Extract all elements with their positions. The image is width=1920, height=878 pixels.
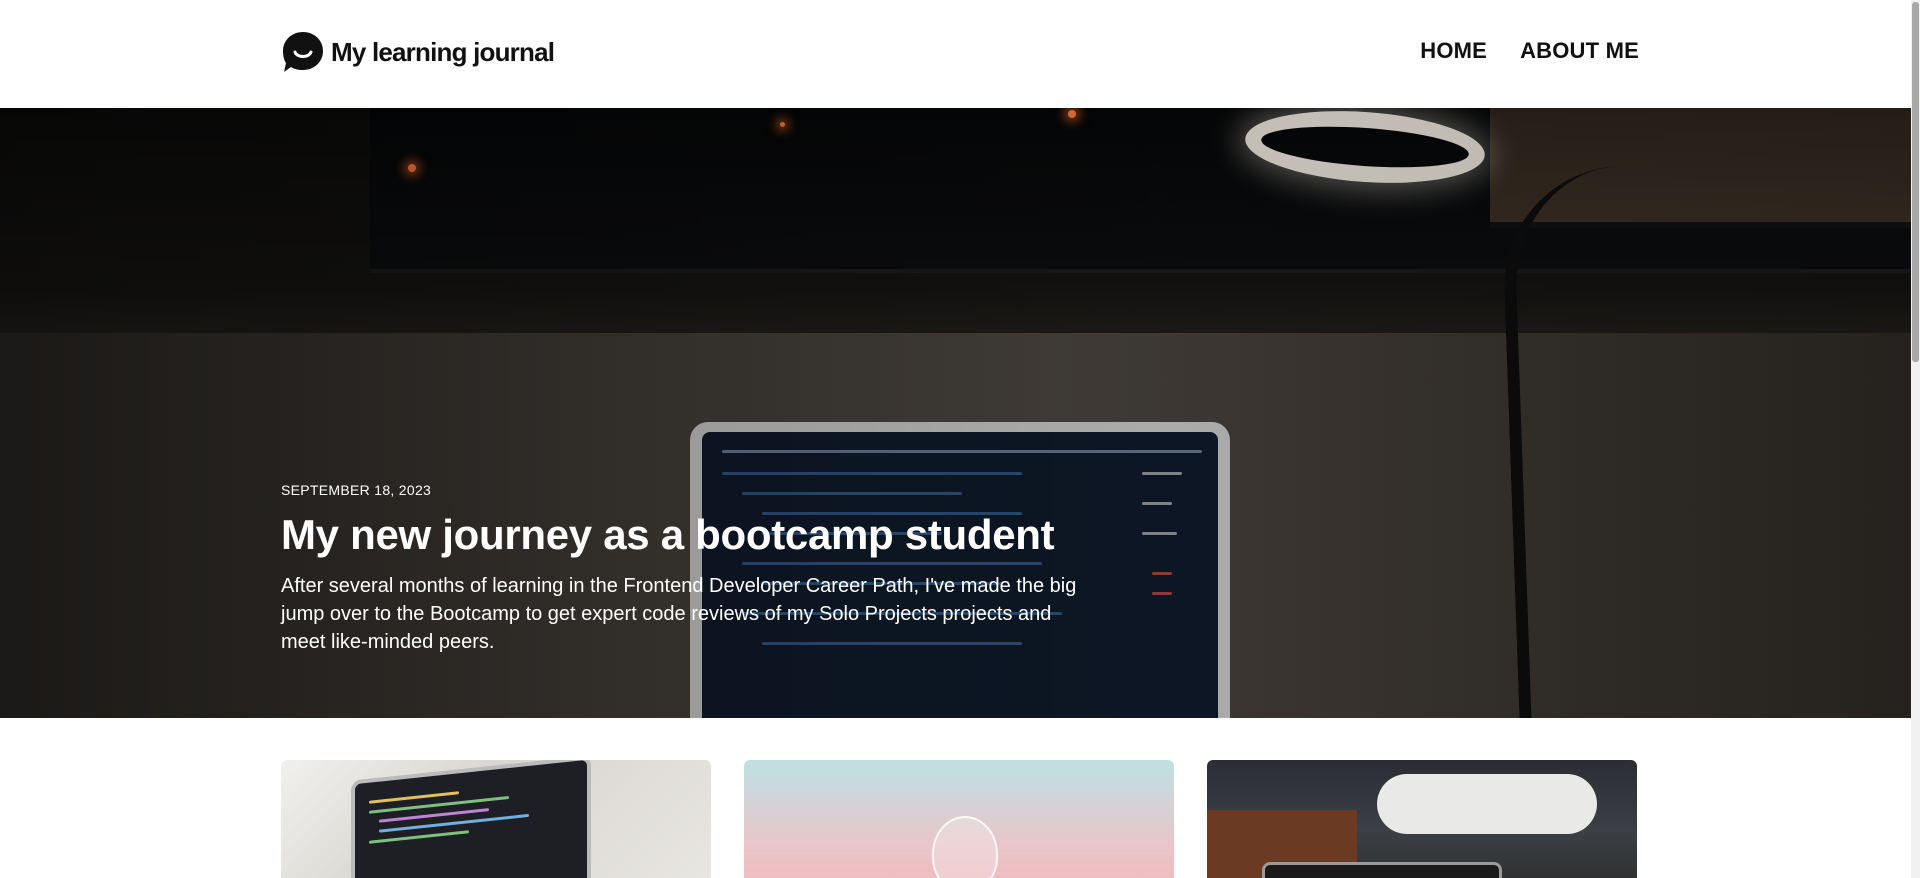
post-cards — [281, 760, 1637, 878]
post-date: SEPTEMBER 18, 2023 — [281, 482, 432, 498]
chat-bubble-smile-icon — [283, 32, 323, 72]
brand-title: My learning journal — [331, 36, 555, 67]
site-header: My learning journal HOME ABOUT ME — [0, 0, 1920, 108]
hero-featured-post[interactable]: SEPTEMBER 18, 2023 My new journey as a b… — [0, 108, 1920, 718]
main-nav: HOME ABOUT ME — [1420, 38, 1639, 64]
post-card[interactable] — [1207, 760, 1637, 878]
post-card[interactable] — [281, 760, 711, 878]
card-laptop-image — [1262, 862, 1502, 878]
nav-about-link[interactable]: ABOUT ME — [1520, 38, 1639, 64]
post-card[interactable] — [744, 760, 1174, 878]
nav-home-link[interactable]: HOME — [1420, 38, 1487, 64]
hero-content: SEPTEMBER 18, 2023 My new journey as a b… — [281, 482, 1081, 656]
card-sofa-image — [1377, 774, 1597, 834]
post-title[interactable]: My new journey as a bootcamp student — [281, 511, 1081, 558]
card-laptop-image — [351, 760, 591, 878]
code-line — [369, 830, 469, 844]
page-scrollbar[interactable] — [1911, 0, 1920, 878]
scrollbar-thumb[interactable] — [1912, 2, 1919, 362]
brand-link[interactable]: My learning journal — [281, 30, 555, 74]
post-excerpt: After several months of learning in the … — [281, 575, 1077, 654]
card-lightbulb-image — [932, 816, 998, 878]
